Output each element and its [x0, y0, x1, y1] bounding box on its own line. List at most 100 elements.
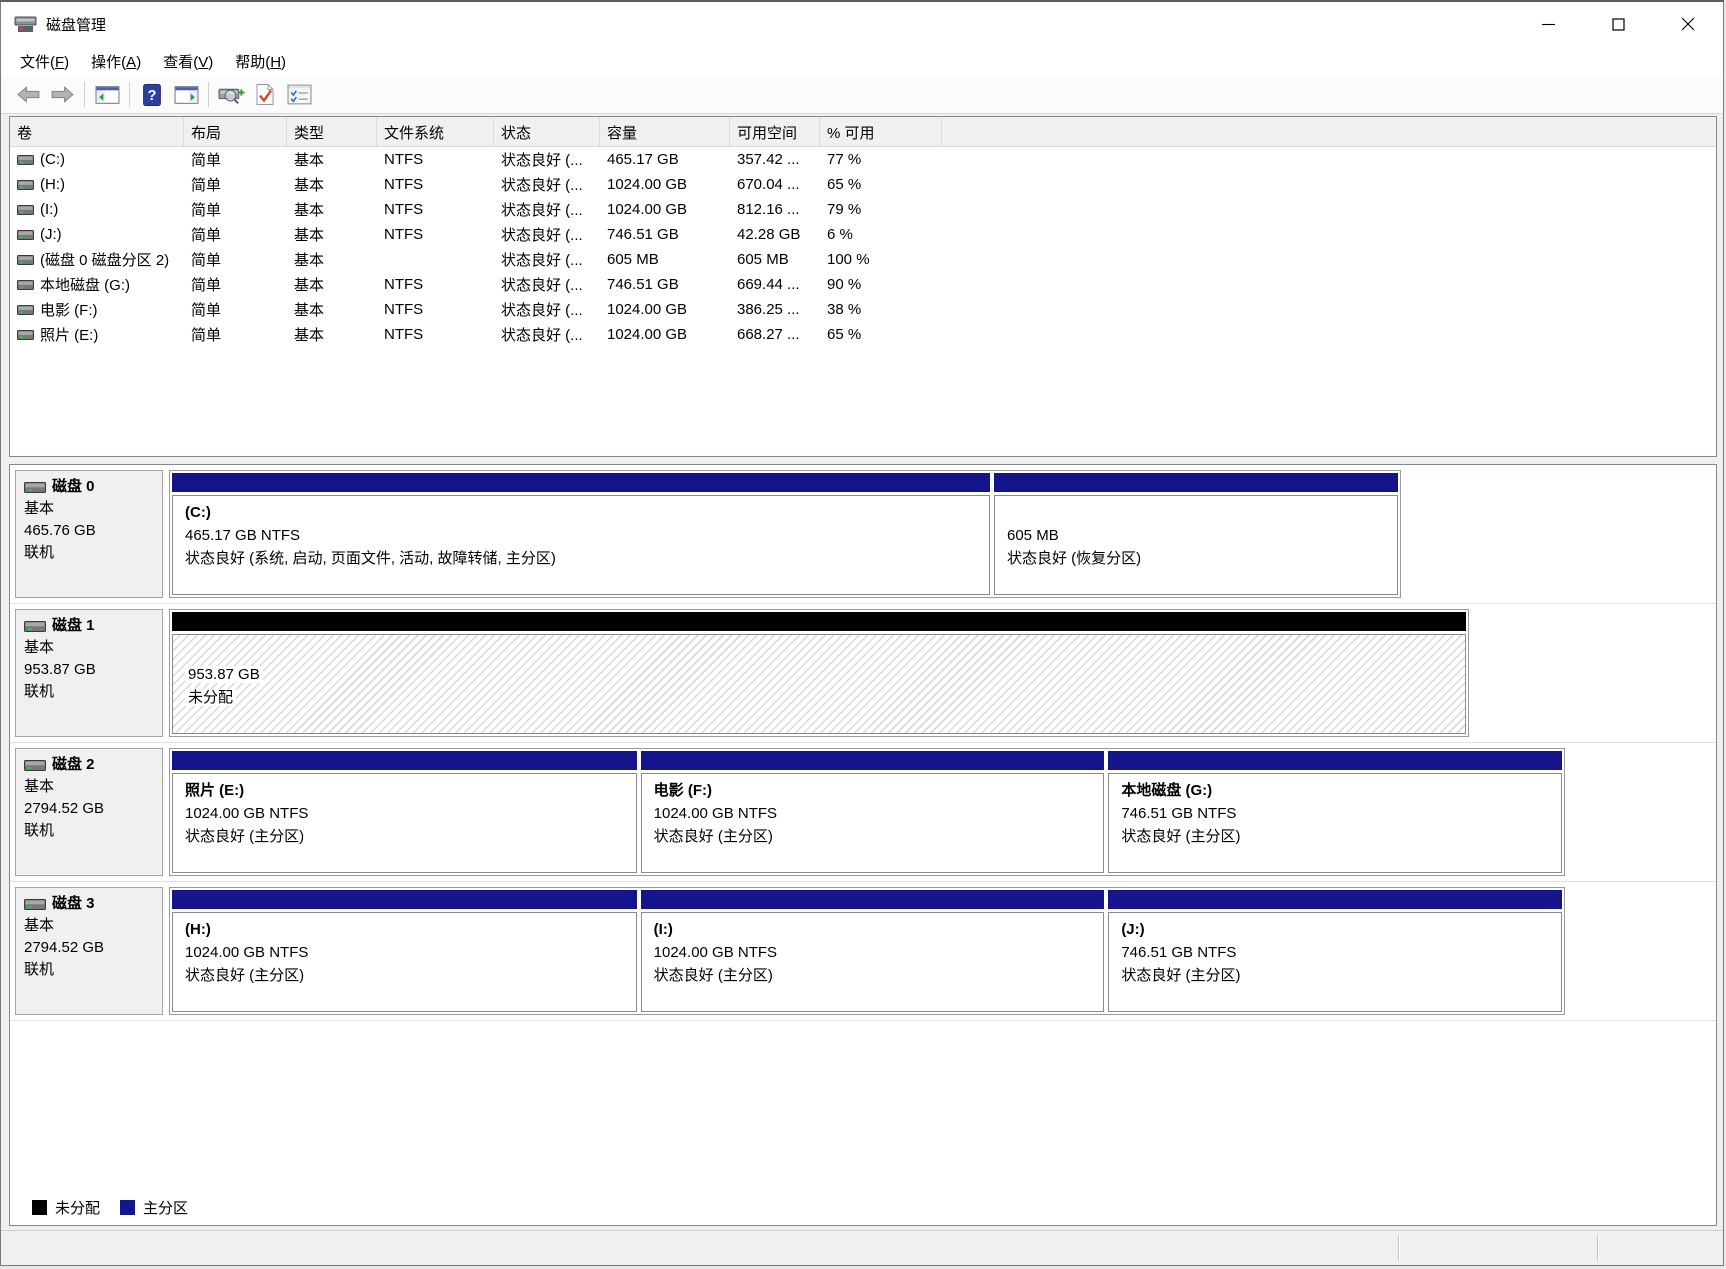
partition-size: 465.17 GB NTFS: [185, 527, 301, 544]
disk-row-2: 磁盘 2 基本 2794.52 GB 联机 照片 (E:) 1024.00 GB NTFS…: [10, 743, 1716, 882]
partition-name: (H:): [185, 921, 211, 938]
partition[interactable]: (H:) 1024.00 GB NTFS 状态良好 (主分区): [172, 890, 637, 1012]
forward-arrow-button[interactable]: [45, 80, 79, 110]
primary-partition-band: [172, 751, 637, 770]
partition-body: 605 MB 状态良好 (恢复分区): [994, 495, 1398, 595]
cell-volume: (J:): [10, 226, 184, 243]
cell-free: 812.16 ...: [737, 201, 800, 218]
cell-volume: (I:): [10, 201, 184, 218]
disk-info-1[interactable]: 磁盘 1 基本 953.87 GB 联机: [15, 609, 163, 737]
volume-name: (I:): [40, 201, 59, 218]
panel-splitter[interactable]: [9, 457, 1717, 464]
toolbar-separator: [208, 82, 209, 107]
volume-row[interactable]: 电影 (F:) 简单 基本 NTFS 状态良好 (... 1024.00 GB 386.25…: [10, 297, 1716, 322]
window-controls: [1513, 2, 1723, 46]
cell-volume: (C:): [10, 151, 184, 168]
partition-status: 状态良好 (主分区): [653, 828, 773, 845]
column-header-type[interactable]: 类型: [287, 117, 377, 146]
partition[interactable]: 605 MB 状态良好 (恢复分区): [994, 473, 1398, 595]
column-header-layout[interactable]: 布局: [184, 117, 287, 146]
partition[interactable]: 电影 (F:) 1024.00 GB NTFS 状态良好 (主分区): [640, 751, 1105, 873]
rescan-disks-button[interactable]: [214, 80, 248, 110]
checklist-button[interactable]: [282, 80, 316, 110]
maximize-icon: [1611, 17, 1625, 31]
show-console-tree-button[interactable]: [90, 80, 124, 110]
cell-layout: 简单: [191, 327, 222, 344]
partition-body: 953.87 GB 未分配: [172, 634, 1466, 734]
disk-name: 磁盘 1: [52, 617, 95, 634]
cell-fs: NTFS: [384, 176, 424, 193]
disk-info-0[interactable]: 磁盘 0 基本 465.76 GB 联机: [15, 470, 163, 598]
partition-body: 电影 (F:) 1024.00 GB NTFS 状态良好 (主分区): [640, 773, 1105, 873]
cell-capacity: 1024.00 GB: [607, 201, 688, 218]
legend-label: 未分配: [55, 1200, 101, 1217]
column-header-volume[interactable]: 卷: [10, 117, 184, 146]
cell-pct: 65 %: [827, 326, 862, 343]
help-button[interactable]: ?: [135, 80, 169, 110]
column-header-filler: [942, 117, 1716, 146]
column-header-fs[interactable]: 文件系统: [377, 117, 494, 146]
column-header-capacity[interactable]: 容量: [600, 117, 730, 146]
close-button[interactable]: [1653, 2, 1723, 46]
cell-type: 基本: [294, 227, 325, 244]
volume-row[interactable]: (H:) 简单 基本 NTFS 状态良好 (... 1024.00 GB 670.04 ..…: [10, 172, 1716, 197]
cell-type: 基本: [294, 177, 325, 194]
forward-arrow-icon: [49, 84, 76, 105]
disk-info-3[interactable]: 磁盘 3 基本 2794.52 GB 联机: [15, 887, 163, 1015]
partition-name: [185, 640, 1453, 663]
cell-status: 状态良好 (...: [501, 227, 583, 244]
partition[interactable]: (C:) 465.17 GB NTFS 状态良好 (系统, 启动, 页面文件, 活动…: [172, 473, 990, 595]
volume-row[interactable]: (I:) 简单 基本 NTFS 状态良好 (... 1024.00 GB 812.16 ..…: [10, 197, 1716, 222]
disk-strip-2: 照片 (E:) 1024.00 GB NTFS 状态良好 (主分区) 电影 (F:) 1…: [169, 748, 1565, 876]
menu-file[interactable]: 文件(F): [9, 47, 80, 76]
partition-body: (H:) 1024.00 GB NTFS 状态良好 (主分区): [172, 912, 637, 1012]
cell-type: 基本: [294, 152, 325, 169]
menu-view[interactable]: 查看(V): [152, 47, 224, 76]
menu-action[interactable]: 操作(A): [80, 47, 152, 76]
volume-row[interactable]: (磁盘 0 磁盘分区 2) 简单 基本 状态良好 (... 605 MB 605 MB 10…: [10, 247, 1716, 272]
show-action-pane-icon: [174, 85, 199, 105]
cell-status: 状态良好 (...: [501, 177, 583, 194]
disk-size: 2794.52 GB: [24, 800, 105, 817]
volume-row[interactable]: (C:) 简单 基本 NTFS 状态良好 (... 465.17 GB 357.42 ...…: [10, 147, 1716, 172]
show-action-pane-button[interactable]: [169, 80, 203, 110]
partition[interactable]: 照片 (E:) 1024.00 GB NTFS 状态良好 (主分区): [172, 751, 637, 873]
disk-info-2[interactable]: 磁盘 2 基本 2794.52 GB 联机: [15, 748, 163, 876]
column-header-pct[interactable]: % 可用: [820, 117, 942, 146]
partition-size: 746.51 GB NTFS: [1121, 944, 1237, 961]
cell-layout: 简单: [191, 202, 222, 219]
back-arrow-button[interactable]: [11, 80, 45, 110]
partition[interactable]: 本地磁盘 (G:) 746.51 GB NTFS 状态良好 (主分区): [1108, 751, 1562, 873]
disk-icon: [24, 481, 46, 494]
volume-row[interactable]: (J:) 简单 基本 NTFS 状态良好 (... 746.51 GB 42.28 GB 6 …: [10, 222, 1716, 247]
partition-size: 605 MB: [1007, 527, 1059, 544]
disk-row-3: 磁盘 3 基本 2794.52 GB 联机 (H:) 1024.00 GB NTFS 状态良…: [10, 882, 1716, 1021]
minimize-button[interactable]: [1513, 2, 1583, 46]
partition[interactable]: (J:) 746.51 GB NTFS 状态良好 (主分区): [1108, 890, 1562, 1012]
column-header-status[interactable]: 状态: [494, 117, 600, 146]
volume-row[interactable]: 照片 (E:) 简单 基本 NTFS 状态良好 (... 1024.00 GB 668.27…: [10, 322, 1716, 347]
checklist-icon: [287, 84, 312, 105]
disk-strip-1: 953.87 GB 未分配: [169, 609, 1469, 737]
check-document-button[interactable]: [248, 80, 282, 110]
menu-help[interactable]: 帮助(H): [224, 47, 297, 76]
volume-name: (C:): [40, 151, 65, 168]
volume-icon: [17, 204, 34, 216]
disk-type: 基本: [24, 500, 55, 517]
partition-status: 状态良好 (主分区): [653, 967, 773, 984]
cell-free: 668.27 ...: [737, 326, 800, 343]
partition-unallocated[interactable]: 953.87 GB 未分配: [172, 612, 1466, 734]
statusbar: [1, 1230, 1723, 1265]
volume-list-header: 卷布局 类型 文件系统 状态 容量 可用空间% 可用: [10, 117, 1716, 147]
cell-capacity: 1024.00 GB: [607, 176, 688, 193]
disk-row-1: 磁盘 1 基本 953.87 GB 联机 953.87 GB 未分配: [10, 604, 1716, 743]
partition-size: 953.87 GB: [185, 663, 1453, 686]
partition[interactable]: (I:) 1024.00 GB NTFS 状态良好 (主分区): [640, 890, 1105, 1012]
volume-row[interactable]: 本地磁盘 (G:) 简单 基本 NTFS 状态良好 (... 746.51 GB 669.4…: [10, 272, 1716, 297]
cell-pct: 77 %: [827, 151, 862, 168]
partition-status: 状态良好 (主分区): [1121, 967, 1241, 984]
maximize-button[interactable]: [1583, 2, 1653, 46]
cell-type: 基本: [294, 277, 325, 294]
column-header-free[interactable]: 可用空间: [730, 117, 820, 146]
partition-body: 本地磁盘 (G:) 746.51 GB NTFS 状态良好 (主分区): [1108, 773, 1562, 873]
